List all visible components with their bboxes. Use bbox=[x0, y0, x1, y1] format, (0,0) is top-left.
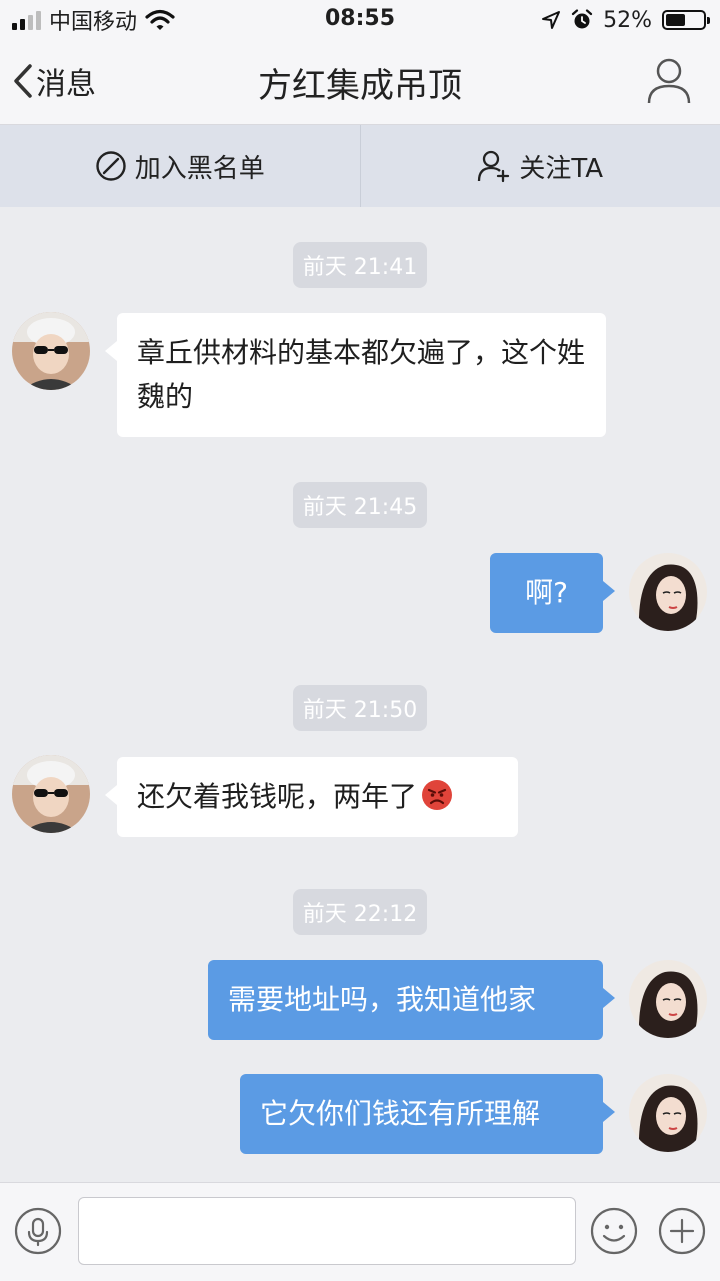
chevron-left-icon bbox=[12, 63, 34, 99]
message-timestamp: 前天 21:41 bbox=[0, 242, 720, 288]
message-text: 啊? bbox=[525, 576, 568, 609]
profile-button[interactable] bbox=[646, 56, 692, 106]
angry-face-icon bbox=[421, 779, 453, 811]
blacklist-button[interactable]: 加入黑名单 bbox=[0, 125, 360, 207]
emoji-button[interactable] bbox=[590, 1207, 638, 1255]
battery-percent: 52% bbox=[603, 8, 652, 33]
follow-label: 关注TA bbox=[519, 148, 603, 185]
block-icon bbox=[95, 150, 127, 182]
my-avatar[interactable] bbox=[629, 960, 707, 1038]
incoming-message[interactable]: 还欠着我钱呢，两年了 bbox=[117, 757, 518, 837]
message-text: 需要地址吗，我知道他家 bbox=[228, 983, 536, 1016]
smiley-icon bbox=[590, 1207, 638, 1255]
message-timestamp: 前天 21:45 bbox=[0, 482, 720, 528]
message-text: 章丘供材料的基本都欠遍了，这个姓魏的 bbox=[137, 336, 585, 413]
message-timestamp: 前天 22:12 bbox=[0, 889, 720, 935]
back-button[interactable]: 消息 bbox=[12, 58, 96, 104]
status-bar: 中国移动 08:55 52% bbox=[0, 0, 720, 40]
battery-icon bbox=[662, 10, 706, 30]
blacklist-label: 加入黑名单 bbox=[135, 148, 265, 185]
plus-icon bbox=[658, 1207, 706, 1255]
message-text: 还欠着我钱呢，两年了 bbox=[137, 780, 417, 813]
location-arrow-icon bbox=[541, 10, 561, 30]
my-avatar[interactable] bbox=[629, 1074, 707, 1152]
follow-button[interactable]: 关注TA bbox=[361, 125, 720, 207]
person-icon bbox=[646, 56, 692, 106]
outgoing-message[interactable]: 需要地址吗，我知道他家 bbox=[208, 960, 603, 1040]
chat-area[interactable]: 前天 21:41 章丘供材料的基本都欠遍了，这个姓魏的 前天 21:45 啊? bbox=[0, 207, 720, 1182]
nav-bar: 消息 方红集成吊顶 bbox=[0, 40, 720, 125]
incoming-message[interactable]: 章丘供材料的基本都欠遍了，这个姓魏的 bbox=[117, 313, 606, 437]
status-right: 52% bbox=[541, 6, 706, 34]
alarm-icon bbox=[571, 9, 593, 31]
my-avatar[interactable] bbox=[629, 553, 707, 631]
add-person-icon bbox=[477, 149, 511, 183]
back-label: 消息 bbox=[36, 59, 96, 103]
microphone-icon bbox=[14, 1207, 62, 1255]
contact-avatar[interactable] bbox=[12, 312, 90, 390]
outgoing-message[interactable]: 它欠你们钱还有所理解 bbox=[240, 1074, 603, 1154]
message-text: 它欠你们钱还有所理解 bbox=[260, 1097, 540, 1130]
page-title: 方红集成吊顶 bbox=[0, 58, 720, 107]
input-bar bbox=[0, 1182, 720, 1281]
message-timestamp: 前天 21:50 bbox=[0, 685, 720, 731]
contact-avatar[interactable] bbox=[12, 755, 90, 833]
message-input[interactable] bbox=[78, 1197, 576, 1265]
voice-button[interactable] bbox=[14, 1207, 62, 1255]
more-button[interactable] bbox=[658, 1207, 706, 1255]
outgoing-message[interactable]: 啊? bbox=[490, 553, 603, 633]
action-bar: 加入黑名单 关注TA bbox=[0, 125, 720, 207]
